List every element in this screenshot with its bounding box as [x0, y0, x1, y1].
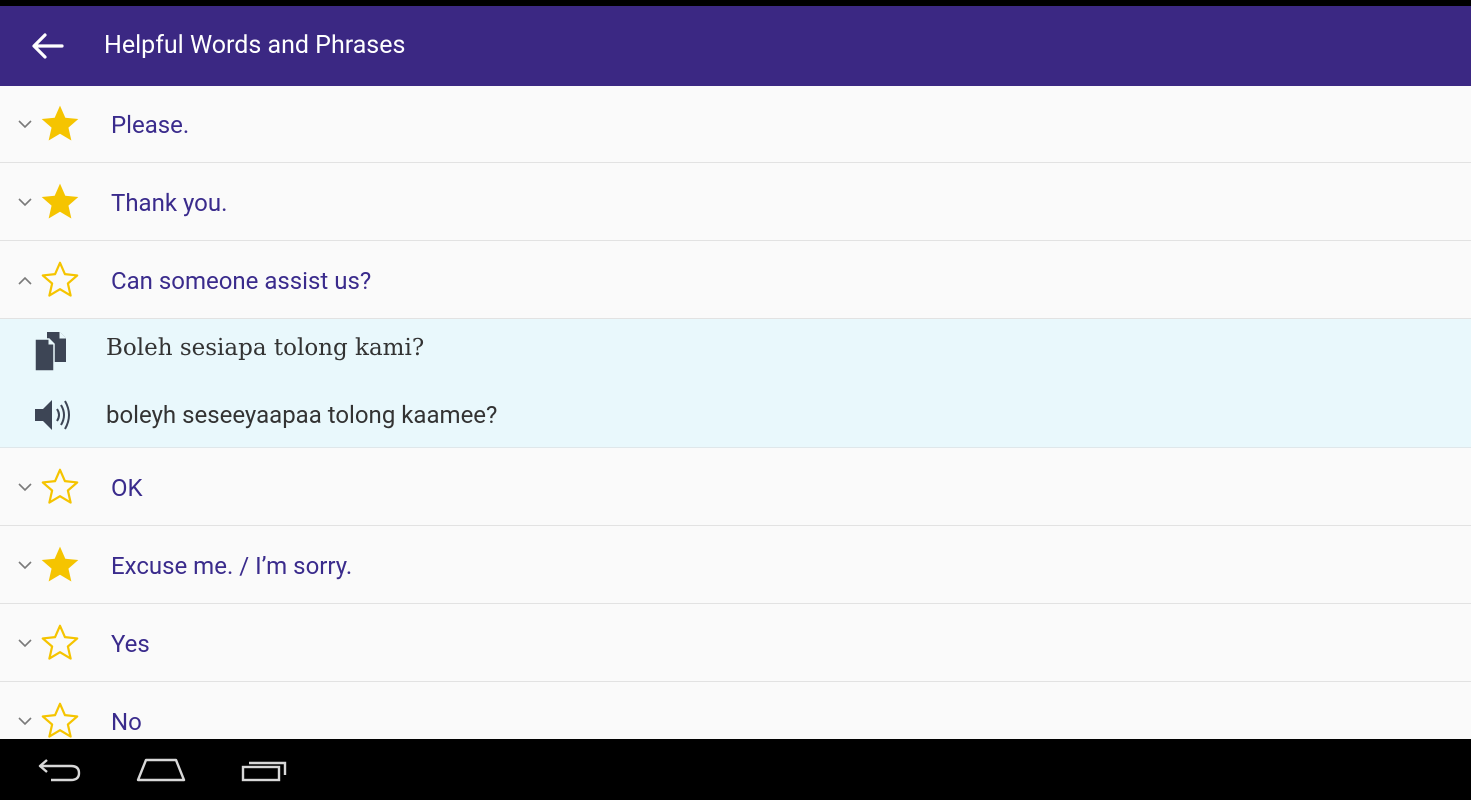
app-bar: Helpful Words and Phrases [0, 6, 1471, 86]
chevron-down-icon[interactable] [16, 112, 34, 136]
phrase-row[interactable]: Yes [0, 605, 1471, 682]
phrase-row[interactable]: No [0, 683, 1471, 739]
chevron-down-icon[interactable] [16, 553, 34, 577]
chevron-down-icon[interactable] [16, 709, 34, 733]
translation-panel: Boleh sesiapa tolong kami? boleyh seseey… [0, 319, 1471, 448]
star-outline-icon[interactable] [38, 621, 82, 665]
translation-text: Boleh sesiapa tolong kami? [106, 335, 425, 361]
phrase-label: Yes [111, 630, 150, 658]
back-button[interactable] [22, 24, 72, 68]
speaker-icon[interactable] [32, 395, 76, 435]
nav-home-icon [136, 758, 186, 782]
nav-home-button[interactable] [131, 749, 191, 791]
phrase-label: Thank you. [111, 189, 228, 217]
phrase-label: Excuse me. / I’m sorry. [111, 552, 353, 580]
nav-recent-apps-icon [241, 761, 287, 782]
star-filled-icon[interactable] [38, 543, 82, 587]
chevron-down-icon[interactable] [16, 475, 34, 499]
nav-back-button[interactable] [30, 749, 90, 791]
pronunciation-text: boleyh seseeyaapaa tolong kaamee? [106, 401, 498, 429]
phrase-label: Can someone assist us? [111, 267, 372, 295]
page-title: Helpful Words and Phrases [104, 31, 406, 60]
arrow-back-icon [32, 33, 64, 59]
star-filled-icon[interactable] [38, 102, 82, 146]
phrase-row[interactable]: Thank you. [0, 164, 1471, 241]
star-outline-icon[interactable] [38, 258, 82, 302]
phrase-list: Please. Thank you. Can someone assist us… [0, 86, 1471, 739]
phrase-row[interactable]: Please. [0, 86, 1471, 163]
phrase-label: No [111, 708, 142, 736]
star-outline-icon[interactable] [38, 465, 82, 509]
copy-icon[interactable] [33, 331, 75, 373]
phrase-row[interactable]: Excuse me. / I’m sorry. [0, 527, 1471, 604]
phrase-label: OK [111, 474, 143, 502]
star-outline-icon[interactable] [38, 699, 82, 739]
phrase-row[interactable]: OK [0, 449, 1471, 526]
chevron-up-icon[interactable] [16, 268, 34, 292]
chevron-down-icon[interactable] [16, 631, 34, 655]
phrase-label: Please. [111, 111, 190, 139]
phrase-row-expanded[interactable]: Can someone assist us? [0, 242, 1471, 319]
nav-recent-apps-button[interactable] [235, 749, 295, 791]
chevron-down-icon[interactable] [16, 190, 34, 214]
nav-back-icon [38, 759, 81, 782]
star-filled-icon[interactable] [38, 180, 82, 224]
system-nav-bar [0, 739, 1471, 800]
